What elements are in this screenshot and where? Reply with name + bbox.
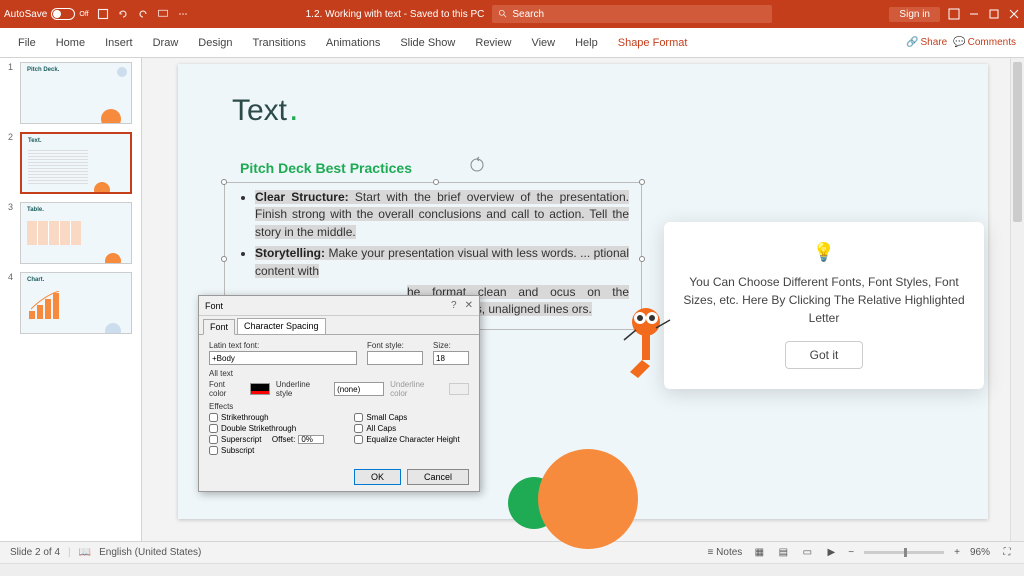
tab-view[interactable]: View (521, 28, 565, 57)
ribbon-options-icon[interactable] (948, 8, 960, 20)
quick-access-toolbar (97, 8, 189, 20)
present-icon[interactable] (157, 8, 169, 20)
redo-icon[interactable] (137, 8, 149, 20)
zoom-level[interactable]: 96% (970, 547, 990, 558)
cancel-button[interactable]: Cancel (407, 469, 469, 485)
document-title: 1.2. Working with text - Saved to this P… (306, 9, 485, 20)
ok-button[interactable]: OK (354, 469, 401, 485)
search-box[interactable]: Search (492, 5, 772, 23)
tab-design[interactable]: Design (188, 28, 242, 57)
tip-text: You Can Choose Different Fonts, Font Sty… (682, 273, 966, 327)
autosave-toggle[interactable]: AutoSave Off (4, 8, 89, 20)
offset-input[interactable] (298, 435, 324, 444)
dialog-titlebar[interactable]: Font ?✕ (199, 296, 479, 316)
tutorial-tip: 💡 You Can Choose Different Fonts, Font S… (664, 222, 984, 389)
check-allcaps[interactable]: All Caps (354, 424, 459, 433)
ribbon-tabs: File Home Insert Draw Design Transitions… (0, 28, 1024, 58)
share-button[interactable]: 🔗 Share (906, 37, 947, 48)
autosave-state: Off (79, 11, 88, 18)
minimize-icon[interactable] (968, 8, 980, 20)
check-smallcaps[interactable]: Small Caps (354, 413, 459, 422)
tab-insert[interactable]: Insert (95, 28, 143, 57)
mascot-icon (616, 300, 676, 380)
font-size-input[interactable] (433, 351, 469, 365)
tab-transitions[interactable]: Transitions (243, 28, 316, 57)
slide-indicator[interactable]: Slide 2 of 4 (10, 547, 60, 558)
search-icon (498, 9, 508, 19)
thumbnail-3[interactable]: Table. (20, 202, 132, 264)
normal-view-icon[interactable]: ▦ (752, 546, 766, 560)
app-border (0, 563, 1024, 576)
font-color-swatch[interactable] (250, 383, 270, 395)
reading-view-icon[interactable]: ▭ (800, 546, 814, 560)
zoom-slider[interactable] (864, 551, 944, 554)
tab-home[interactable]: Home (46, 28, 95, 57)
dialog-close-icon[interactable]: ✕ (465, 300, 473, 311)
zoom-out-button[interactable]: − (848, 547, 854, 558)
thumbnail-4[interactable]: Chart. (20, 272, 132, 334)
check-superscript[interactable]: Superscript Offset: (209, 435, 324, 444)
bullet-1: Clear Structure: Start with the brief ov… (255, 189, 629, 241)
thumbnail-2[interactable]: Text. (20, 132, 132, 194)
tab-shapeformat[interactable]: Shape Format (608, 28, 698, 57)
tab-draw[interactable]: Draw (143, 28, 189, 57)
dialog-help-icon[interactable]: ? (451, 300, 457, 311)
dialog-tab-font[interactable]: Font (203, 319, 235, 335)
more-icon[interactable] (177, 8, 189, 20)
underline-style-input[interactable] (334, 382, 384, 396)
font-dialog: Font ?✕ Font Character Spacing Latin tex… (198, 295, 480, 492)
autosave-label: AutoSave (4, 9, 47, 20)
close-icon[interactable] (1008, 8, 1020, 20)
sorter-view-icon[interactable]: ▤ (776, 546, 790, 560)
comments-button[interactable]: 💬 Comments (953, 37, 1016, 48)
slide-thumbnails: 1 Pitch Deck. 2 Text. 3 Table. 4 Chart. (0, 58, 142, 541)
slideshow-view-icon[interactable]: ▶ (824, 546, 838, 560)
title-bar: AutoSave Off 1.2. Working with text - Sa… (0, 0, 1024, 28)
search-placeholder: Search (512, 9, 544, 20)
tab-help[interactable]: Help (565, 28, 608, 57)
lightbulb-icon: 💡 (682, 242, 966, 263)
spellcheck-icon[interactable]: 📖 (79, 547, 91, 558)
vertical-scrollbar[interactable] (1010, 58, 1024, 541)
underline-color-swatch[interactable] (449, 383, 469, 395)
fit-window-icon[interactable]: ⛶ (1000, 546, 1014, 560)
tab-animations[interactable]: Animations (316, 28, 390, 57)
undo-icon[interactable] (117, 8, 129, 20)
tab-review[interactable]: Review (465, 28, 521, 57)
check-dblstrike[interactable]: Double Strikethrough (209, 424, 324, 433)
notes-button[interactable]: ≡ Notes (708, 547, 743, 558)
rotate-handle-icon[interactable] (468, 156, 486, 174)
toggle-icon (51, 8, 75, 20)
tab-file[interactable]: File (8, 28, 46, 57)
signin-button[interactable]: Sign in (889, 7, 940, 22)
check-equalize[interactable]: Equalize Character Height (354, 435, 459, 444)
slide-subtitle: Pitch Deck Best Practices (240, 160, 412, 176)
save-icon[interactable] (97, 8, 109, 20)
got-it-button[interactable]: Got it (785, 341, 864, 369)
zoom-in-button[interactable]: + (954, 547, 960, 558)
tab-slideshow[interactable]: Slide Show (390, 28, 465, 57)
check-subscript[interactable]: Subscript (209, 446, 324, 455)
latin-font-input[interactable] (209, 351, 357, 365)
check-strikethrough[interactable]: Strikethrough (209, 413, 324, 422)
language-indicator[interactable]: English (United States) (99, 547, 201, 558)
dialog-tab-spacing[interactable]: Character Spacing (237, 318, 326, 334)
slide-title: Text. (232, 90, 298, 129)
font-style-input[interactable] (367, 351, 423, 365)
maximize-icon[interactable] (988, 8, 1000, 20)
status-bar: Slide 2 of 4 | 📖 English (United States)… (0, 541, 1024, 563)
thumbnail-1[interactable]: Pitch Deck. (20, 62, 132, 124)
bullet-2: Storytelling: Make your presentation vis… (255, 245, 629, 280)
orange-circle-decoration (538, 449, 638, 549)
